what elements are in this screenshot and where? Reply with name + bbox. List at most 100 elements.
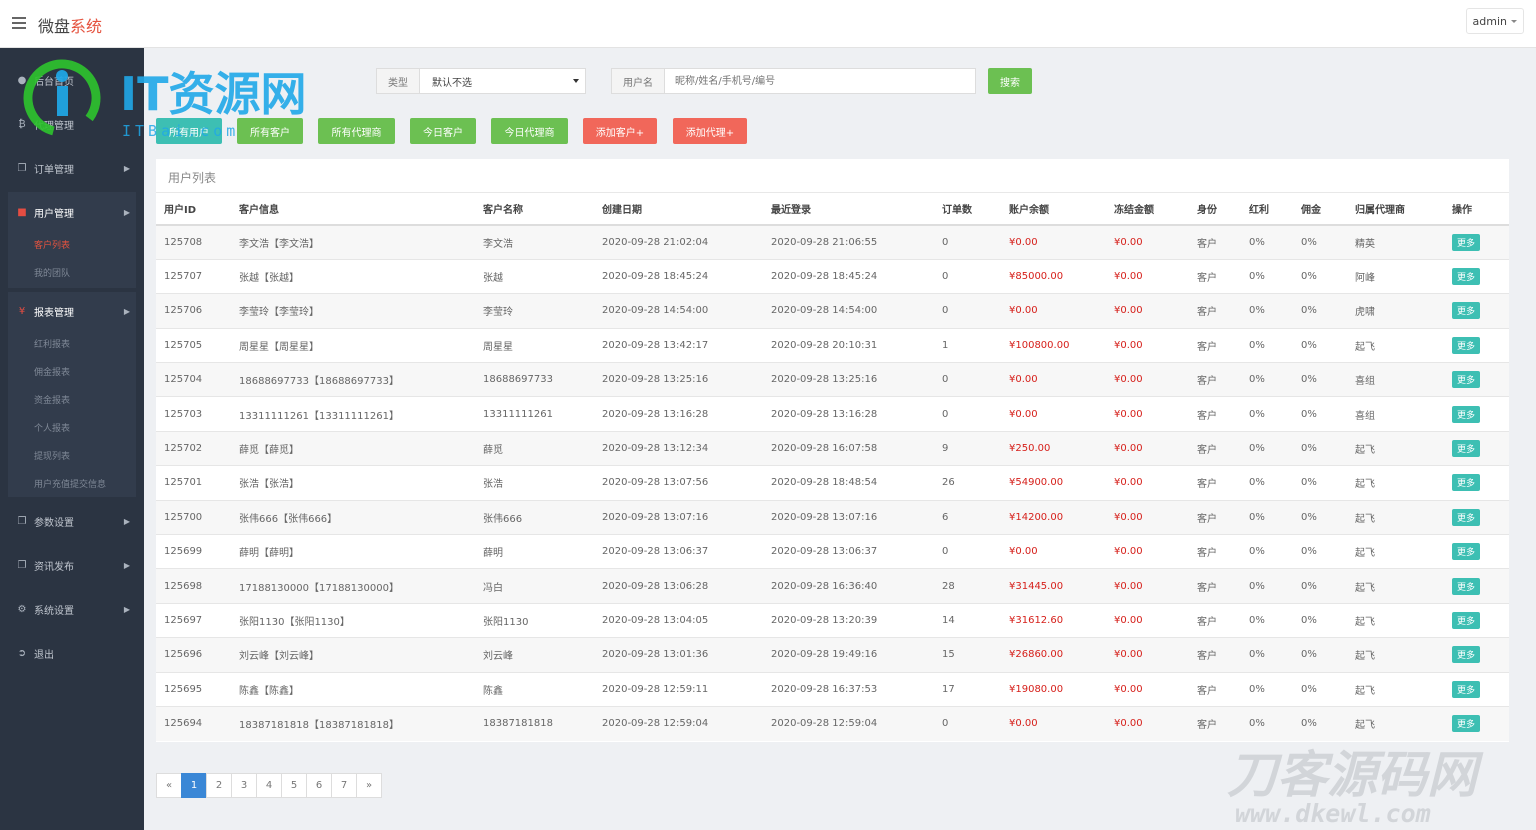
more-button[interactable]: 更多 bbox=[1452, 680, 1481, 698]
col-frozen-cell: ¥0.00 bbox=[1106, 705, 1189, 741]
col-agent-cell: 喜组 bbox=[1347, 362, 1444, 397]
col-created-cell: 2020-09-28 13:12:34 bbox=[594, 430, 763, 466]
sidebar-sub-commission-report[interactable]: 佣金报表 bbox=[34, 365, 70, 378]
page-button-1[interactable]: 1 bbox=[181, 773, 207, 798]
chevron-right-icon: ▶ bbox=[123, 163, 130, 173]
col-user-id-header: 用户ID bbox=[156, 193, 231, 226]
more-button[interactable]: 更多 bbox=[1452, 302, 1481, 320]
sidebar-sub-recharge-info[interactable]: 用户充值提交信息 bbox=[34, 477, 106, 490]
page-button-4[interactable]: 4 bbox=[256, 773, 282, 798]
search-input[interactable] bbox=[664, 68, 976, 94]
page-next-button[interactable]: » bbox=[356, 773, 382, 798]
col-commission-cell: 0% bbox=[1293, 671, 1347, 707]
col-client-info-cell: 17188130000【17188130000】 bbox=[231, 568, 475, 604]
sidebar-item-orders[interactable]: ❐ 订单管理 ▶ bbox=[0, 153, 144, 183]
type-select[interactable]: 默认不选 bbox=[419, 68, 586, 94]
sidebar-item-system[interactable]: ⚙ 系统设置 ▶ bbox=[0, 594, 144, 624]
col-user-id-cell: 125701 bbox=[156, 465, 231, 501]
col-agent-cell: 起飞 bbox=[1347, 705, 1444, 741]
page-prev-button[interactable]: « bbox=[156, 773, 182, 798]
more-button[interactable]: 更多 bbox=[1452, 543, 1481, 561]
more-button[interactable]: 更多 bbox=[1452, 474, 1481, 492]
page-button-7[interactable]: 7 bbox=[331, 773, 357, 798]
col-frozen-cell: ¥0.00 bbox=[1106, 534, 1189, 569]
col-actions-header: 操作 bbox=[1444, 193, 1509, 226]
all-users-button[interactable]: 所有用户 bbox=[156, 118, 222, 144]
col-client-name-cell: 张浩 bbox=[475, 465, 594, 501]
col-client-info-header: 客户信息 bbox=[231, 193, 475, 226]
menu-toggle-icon[interactable] bbox=[12, 17, 26, 29]
sidebar-item-news[interactable]: ❐ 资讯发布 ▶ bbox=[0, 550, 144, 580]
col-orders-cell: 1 bbox=[934, 327, 1001, 363]
col-actions-cell: 更多 bbox=[1444, 465, 1509, 501]
col-role-cell: 客户 bbox=[1189, 396, 1241, 432]
sidebar-sub-funds-report[interactable]: 资金报表 bbox=[34, 393, 70, 406]
col-agent-cell: 起飞 bbox=[1347, 499, 1444, 535]
sidebar-sub-client-list[interactable]: 客户列表 bbox=[34, 238, 70, 251]
more-button[interactable]: 更多 bbox=[1452, 611, 1481, 629]
page-button-2[interactable]: 2 bbox=[206, 773, 232, 798]
sign-out-icon: ➲ bbox=[17, 647, 27, 659]
table-row: 125697 张阳1130【张阳1130】 张阳1130 2020-09-28 13:… bbox=[156, 602, 1509, 638]
table-row: 125706 李莹玲【李莹玲】 李莹玲 2020-09-28 14:54:00 2020… bbox=[156, 293, 1509, 329]
sidebar-item-reports[interactable]: ¥ 报表管理 ▶ bbox=[0, 296, 144, 326]
col-bonus-cell: 0% bbox=[1241, 224, 1293, 260]
col-commission-cell: 0% bbox=[1293, 465, 1347, 501]
user-menu-button[interactable]: admin bbox=[1465, 8, 1524, 34]
more-button[interactable]: 更多 bbox=[1452, 440, 1481, 458]
col-client-name-cell: 李莹玲 bbox=[475, 293, 594, 329]
sidebar-item-agents[interactable]: ₿ 代理管理 bbox=[0, 109, 144, 139]
user-name: admin bbox=[1472, 14, 1507, 28]
today-clients-button[interactable]: 今日客户 bbox=[410, 118, 476, 144]
col-client-info-cell: 18688697733【18688697733】 bbox=[231, 362, 475, 397]
more-button[interactable]: 更多 bbox=[1452, 646, 1481, 664]
sidebar-sub-withdraw-list[interactable]: 提现列表 bbox=[34, 449, 70, 462]
more-button[interactable]: 更多 bbox=[1452, 336, 1481, 354]
col-frozen-cell: ¥0.00 bbox=[1106, 671, 1189, 707]
col-last-login-cell: 2020-09-28 16:37:53 bbox=[763, 671, 934, 707]
more-button[interactable]: 更多 bbox=[1452, 715, 1481, 733]
col-orders-cell: 9 bbox=[934, 430, 1001, 466]
sidebar-item-params[interactable]: ❐ 参数设置 ▶ bbox=[0, 506, 144, 536]
more-button[interactable]: 更多 bbox=[1452, 268, 1481, 286]
page-button-3[interactable]: 3 bbox=[231, 773, 257, 798]
sidebar-item-users[interactable]: ■ 用户管理 ▶ bbox=[0, 197, 144, 227]
col-frozen-cell: ¥0.00 bbox=[1106, 362, 1189, 397]
search-button[interactable]: 搜索 bbox=[988, 68, 1032, 94]
col-orders-cell: 0 bbox=[934, 293, 1001, 329]
col-last-login-cell: 2020-09-28 20:10:31 bbox=[763, 327, 934, 363]
add-client-button[interactable]: 添加客户+ bbox=[583, 118, 657, 144]
page-button-6[interactable]: 6 bbox=[306, 773, 332, 798]
sidebar-sub-my-team[interactable]: 我的团队 bbox=[34, 266, 70, 279]
more-button[interactable]: 更多 bbox=[1452, 233, 1481, 251]
col-balance-header: 账户余额 bbox=[1001, 193, 1106, 226]
col-client-name-cell: 薛觅 bbox=[475, 430, 594, 466]
col-bonus-cell: 0% bbox=[1241, 671, 1293, 707]
more-button[interactable]: 更多 bbox=[1452, 508, 1481, 526]
col-actions-cell: 更多 bbox=[1444, 602, 1509, 638]
col-last-login-header: 最近登录 bbox=[763, 193, 934, 226]
all-clients-button[interactable]: 所有客户 bbox=[237, 118, 303, 144]
watermark-right-sub: www.dkewl.com bbox=[1235, 799, 1431, 828]
user-icon: ■ bbox=[17, 206, 27, 218]
col-commission-cell: 0% bbox=[1293, 602, 1347, 638]
page-button-5[interactable]: 5 bbox=[281, 773, 307, 798]
add-agent-button[interactable]: 添加代理+ bbox=[673, 118, 747, 144]
sidebar-sub-personal-report[interactable]: 个人报表 bbox=[34, 421, 70, 434]
all-agents-button[interactable]: 所有代理商 bbox=[318, 118, 395, 144]
sidebar-item-logout[interactable]: ➲ 退出 bbox=[0, 638, 144, 668]
col-commission-cell: 0% bbox=[1293, 396, 1347, 432]
more-button[interactable]: 更多 bbox=[1452, 577, 1481, 595]
col-agent-cell: 起飞 bbox=[1347, 430, 1444, 466]
col-balance-cell: ¥0.00 bbox=[1001, 224, 1106, 260]
more-button[interactable]: 更多 bbox=[1452, 371, 1481, 389]
col-bonus-cell: 0% bbox=[1241, 637, 1293, 673]
more-button[interactable]: 更多 bbox=[1452, 405, 1481, 423]
sidebar-sub-bonus-report[interactable]: 红利报表 bbox=[34, 337, 70, 350]
col-client-info-cell: 李莹玲【李莹玲】 bbox=[231, 293, 475, 329]
today-agents-button[interactable]: 今日代理商 bbox=[491, 118, 568, 144]
col-user-id-cell: 125700 bbox=[156, 499, 231, 535]
sidebar-item-dashboard[interactable]: ● 后台首页 bbox=[0, 65, 144, 95]
col-commission-cell: 0% bbox=[1293, 705, 1347, 741]
col-balance-cell: ¥0.00 bbox=[1001, 362, 1106, 397]
